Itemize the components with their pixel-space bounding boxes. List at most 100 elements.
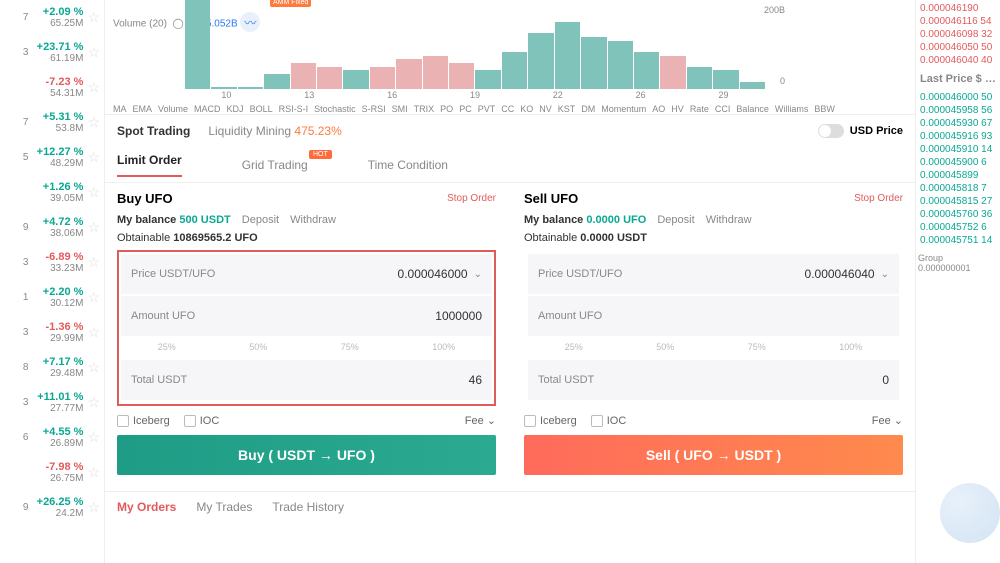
indicator-kdj[interactable]: KDJ — [227, 104, 244, 114]
bid-row[interactable]: 0.000045916 93 — [918, 130, 998, 143]
ticker-row[interactable]: 1+2.20 %30.12M☆ — [0, 280, 104, 315]
indicator-row[interactable]: MAEMAVolumeMACDKDJBOLLRSI-S-IStochasticS… — [113, 104, 907, 114]
indicator-rsi-s-i[interactable]: RSI-S-I — [279, 104, 309, 114]
ticker-row[interactable]: -7.23 %54.31M☆ — [0, 70, 104, 105]
sell-percent-slider[interactable]: 25%50%75%100% — [528, 338, 899, 360]
sell-total-input[interactable] — [769, 373, 889, 387]
star-icon[interactable]: ☆ — [87, 184, 100, 201]
bid-row[interactable]: 0.000045958 56 — [918, 104, 998, 117]
ask-row[interactable]: 0.000046098 32 — [918, 28, 998, 41]
buy-percent-slider[interactable]: 25%50%75%100% — [121, 338, 492, 360]
indicator-ao[interactable]: AO — [652, 104, 665, 114]
globe-icon[interactable] — [940, 483, 1000, 543]
indicator-pc[interactable]: PC — [459, 104, 472, 114]
buy-total-row[interactable]: Total USDT — [121, 360, 492, 400]
star-icon[interactable]: ☆ — [87, 464, 100, 481]
star-icon[interactable]: ☆ — [87, 289, 100, 306]
indicator-cc[interactable]: CC — [501, 104, 514, 114]
bid-row[interactable]: 0.000045899 — [918, 169, 998, 182]
indicator-momentum[interactable]: Momentum — [601, 104, 646, 114]
indicator-rate[interactable]: Rate — [690, 104, 709, 114]
ticker-row[interactable]: 3-1.36 %29.99M☆ — [0, 315, 104, 350]
ask-row[interactable]: 0.000046190 — [918, 2, 998, 15]
bid-row[interactable]: 0.000045818 7 — [918, 182, 998, 195]
indicator-po[interactable]: PO — [440, 104, 453, 114]
indicator-s-rsi[interactable]: S-RSI — [362, 104, 386, 114]
sell-deposit-link[interactable]: Deposit — [657, 214, 694, 226]
indicator-stochastic[interactable]: Stochastic — [314, 104, 356, 114]
bid-row[interactable]: 0.000045752 6 — [918, 221, 998, 234]
chevron-down-icon[interactable]: ⌄ — [881, 269, 889, 280]
sell-iceberg-checkbox[interactable]: Iceberg — [524, 415, 577, 427]
tab-trade-history[interactable]: Trade History — [272, 500, 344, 514]
sell-price-input[interactable] — [755, 267, 875, 281]
bid-row[interactable]: 0.000045930 67 — [918, 117, 998, 130]
buy-iceberg-checkbox[interactable]: Iceberg — [117, 415, 170, 427]
ask-row[interactable]: 0.000046050 50 — [918, 41, 998, 54]
volume-chart[interactable]: Volume (20) ◯ ✕ 65.052B 〰 200B 0 1013161… — [105, 0, 915, 115]
star-icon[interactable]: ☆ — [87, 149, 100, 166]
buy-stop-order-link[interactable]: Stop Order — [447, 193, 496, 204]
tab-my-trades[interactable]: My Trades — [196, 500, 252, 514]
chevron-down-icon[interactable]: ⌄ — [474, 269, 482, 280]
indicator-pvt[interactable]: PVT — [478, 104, 496, 114]
indicator-balance[interactable]: Balance — [736, 104, 769, 114]
sell-price-row[interactable]: Price USDT/UFO ⌄ — [528, 254, 899, 294]
buy-total-input[interactable] — [362, 373, 482, 387]
bid-row[interactable]: 0.000045900 6 — [918, 156, 998, 169]
tab-grid-trading[interactable]: Grid Trading HOT — [242, 158, 308, 172]
indicator-trix[interactable]: TRIX — [414, 104, 435, 114]
ticker-row[interactable]: 9+26.25 %24.2M☆ — [0, 490, 104, 525]
sell-button[interactable]: Sell ( UFO → USDT ) — [524, 435, 903, 475]
star-icon[interactable]: ☆ — [87, 114, 100, 131]
indicator-ema[interactable]: EMA — [133, 104, 153, 114]
ticker-row[interactable]: 9+4.72 %38.06M☆ — [0, 210, 104, 245]
buy-withdraw-link[interactable]: Withdraw — [290, 214, 336, 226]
star-icon[interactable]: ☆ — [87, 429, 100, 446]
indicator-ma[interactable]: MA — [113, 104, 127, 114]
indicator-bbw[interactable]: BBW — [814, 104, 835, 114]
ticker-row[interactable]: +1.26 %39.05M☆ — [0, 175, 104, 210]
star-icon[interactable]: ☆ — [87, 254, 100, 271]
ticker-row[interactable]: 3+11.01 %27.77M☆ — [0, 385, 104, 420]
indicator-williams[interactable]: Williams — [775, 104, 809, 114]
star-icon[interactable]: ☆ — [87, 499, 100, 516]
ticker-row[interactable]: 7+5.31 %53.8M☆ — [0, 105, 104, 140]
ask-row[interactable]: 0.000046040 40 — [918, 54, 998, 67]
indicator-nv[interactable]: NV — [539, 104, 552, 114]
bid-row[interactable]: 0.000046000 50 — [918, 91, 998, 104]
buy-button[interactable]: Buy ( USDT → UFO ) — [117, 435, 496, 475]
buy-amount-row[interactable]: Amount UFO — [121, 296, 492, 336]
indicator-hv[interactable]: HV — [671, 104, 684, 114]
sell-withdraw-link[interactable]: Withdraw — [706, 214, 752, 226]
star-icon[interactable]: ☆ — [87, 9, 100, 26]
ask-row[interactable]: 0.000046116 54 — [918, 15, 998, 28]
star-icon[interactable]: ☆ — [87, 44, 100, 61]
tab-liquidity-mining[interactable]: Liquidity Mining 475.23% — [208, 124, 341, 138]
indicator-kst[interactable]: KST — [558, 104, 576, 114]
buy-amount-input[interactable] — [362, 309, 482, 323]
indicator-boll[interactable]: BOLL — [250, 104, 273, 114]
tab-my-orders[interactable]: My Orders — [117, 500, 176, 514]
ticker-row[interactable]: 3+23.71 %61.19M☆ — [0, 35, 104, 70]
bid-row[interactable]: 0.000045815 27 — [918, 195, 998, 208]
sell-fee-dropdown[interactable]: Fee ⌄ — [872, 414, 903, 427]
buy-deposit-link[interactable]: Deposit — [242, 214, 279, 226]
star-icon[interactable]: ☆ — [87, 324, 100, 341]
indicator-ko[interactable]: KO — [520, 104, 533, 114]
sell-total-row[interactable]: Total USDT — [528, 360, 899, 400]
ticker-row[interactable]: 6+4.55 %26.89M☆ — [0, 420, 104, 455]
buy-price-input[interactable] — [348, 267, 468, 281]
bid-row[interactable]: 0.000045910 14 — [918, 143, 998, 156]
bid-row[interactable]: 0.000045751 14 — [918, 234, 998, 247]
tab-limit-order[interactable]: Limit Order — [117, 153, 182, 177]
group-label[interactable]: Group 0.000000001 — [918, 247, 998, 273]
sell-stop-order-link[interactable]: Stop Order — [854, 193, 903, 204]
ticker-row[interactable]: -7.98 %26.75M☆ — [0, 455, 104, 490]
star-icon[interactable]: ☆ — [87, 79, 100, 96]
buy-fee-dropdown[interactable]: Fee ⌄ — [465, 414, 496, 427]
sell-amount-input[interactable] — [769, 309, 889, 323]
ticker-row[interactable]: 5+12.27 %48.29M☆ — [0, 140, 104, 175]
buy-ioc-checkbox[interactable]: IOC — [184, 415, 220, 427]
tab-time-condition[interactable]: Time Condition — [368, 158, 448, 172]
